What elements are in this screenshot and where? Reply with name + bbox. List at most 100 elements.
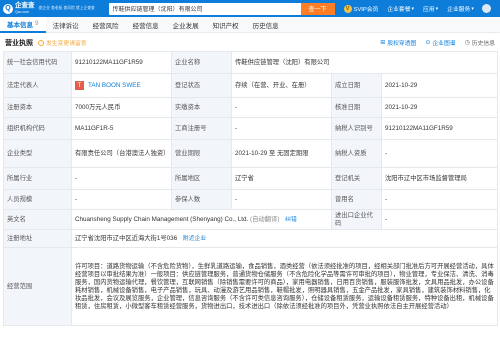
change-notice[interactable]: ! 发生变更请留意 [38,38,87,47]
top-navigation-bar: Q 企查查 Qcc.com 查企业 查老板 查风险 就上企查查 查一下 VSVI… [0,0,500,17]
legal-rep-cell: T TAN BOON SWEE [71,73,172,98]
tax-no-value: 91210122MA11GF1R59 [380,117,499,140]
org-code-label: 组织机构代码 [3,117,72,140]
company-graph-button[interactable]: ⊙ 企业图谱 [425,38,455,47]
feedback-link[interactable]: 纠错 [285,217,297,223]
tab-risk[interactable]: 经营风险 [86,17,126,33]
tab-basic-info[interactable]: 基本信息 9 [0,16,46,33]
table-row: 人员规模 - 参保人数 - 曾用名 - [3,189,499,210]
english-name-label: 英文名 [3,209,72,230]
address-value: 辽宁省沈阳市辽中区近海大街1号036 [75,234,178,242]
enterprise-package-menu[interactable]: 企业套餐 ▾ [387,4,415,14]
company-name-label: 企业名称 [171,51,232,74]
staff-value: - [71,189,172,210]
former-name-label: 曾用名 [331,189,382,210]
logo-en: Qcc.com [15,9,29,14]
company-name-value: 传鞋供应链管理（沈阳）有限公司 [230,51,499,74]
taxpayer-value: - [380,139,499,168]
insured-label: 参保人数 [171,189,232,210]
io-code-value: - [380,209,499,230]
section-tabs: 基本信息 9 法律诉讼 经营风险 经营信息 企业发展 知识产权 历史信息 [0,16,500,33]
svip-menu[interactable]: V SVIP会员 [343,4,378,13]
graph-icon: ⊙ [425,40,431,46]
table-row: 企业类型 有限责任公司（台港澳法人独资） 营业期限 2021-10-29 至 无… [3,139,499,168]
table-row: 法定代表人 T TAN BOON SWEE 登记状态 存续（在营、开业、在册） 成… [3,73,499,98]
legal-rep-label: 法定代表人 [3,73,72,98]
table-row: 经营范围 许可项目：道路货物运输（不含危险货物），生鲜乳道路运输，食品销售，酒类… [3,247,499,326]
chevron-down-icon: ▾ [411,5,415,12]
credit-code-value: 91210122MA11GF1R59 [71,51,172,74]
reg-status-value: 存续（在营、开业、在册） [231,73,332,98]
table-row: 组织机构代码 MA11GF1R-5 工商注册号 - 纳税人识别号 9121012… [3,117,499,140]
approve-date-value: 2021-10-29 [380,97,499,118]
apps-menu[interactable]: 应用 ▾ [423,4,439,14]
slogan: 查企业 查老板 查风险 就上企查查 [38,6,95,11]
term-label: 营业期限 [171,139,232,168]
authority-label: 登记机关 [331,167,382,190]
chart-icon: ⊞ [380,40,386,46]
qcc-logo[interactable]: Q 企查查 Qcc.com [3,1,35,15]
search-input[interactable] [108,5,301,12]
industry-value: - [71,167,172,190]
auto-translate-note: (自动翻译) [250,215,280,223]
section-title: 营业执照 [5,39,33,47]
table-row: 注册地址 辽宁省沈阳市辽中区近海大街1号036 附近企业 [3,229,499,248]
credit-code-label: 统一社会信用代码 [3,51,72,74]
english-name-cell: Chuansheng Supply Chain Management (Shen… [71,209,332,230]
clock-icon: ◷ [464,40,470,46]
found-date-value: 2021-10-29 [380,73,499,98]
tab-legal[interactable]: 法律诉讼 [46,17,86,33]
logo-cn: 企查查 [15,1,35,9]
tab-operation[interactable]: 经营信息 [126,17,166,33]
company-type-label: 企业类型 [3,139,72,168]
crown-icon: V [343,4,352,13]
capital-label: 注册资本 [3,97,72,118]
region-value: 辽宁省 [231,167,332,190]
english-name-value: Chuansheng Supply Chain Management (Shen… [75,215,249,223]
authority-value: 沈阳市辽中区市场监督管理局 [380,167,499,190]
info-icon: ! [38,39,44,46]
io-code-label: 进出口企业代码 [331,209,382,230]
equity-chart-button[interactable]: ⊞ 股权穿透图 [380,38,416,47]
business-scope-value: 许可项目：道路货物运输（不含危险货物），生鲜乳道路运输，食品销售，酒类经营（依法… [70,247,499,326]
paid-capital-value: - [231,97,332,118]
found-date-label: 成立日期 [331,73,382,98]
logo-icon: Q [3,3,13,14]
biz-no-value: - [231,117,332,140]
chevron-down-icon: ▾ [471,5,474,12]
staff-label: 人员规模 [3,189,72,210]
search-button[interactable]: 查一下 [300,2,335,15]
capital-value: 7000万元人民币 [71,97,172,118]
region-label: 所属地区 [171,167,232,190]
industry-label: 所属行业 [3,167,72,190]
paid-capital-label: 实缴资本 [171,97,232,118]
enterprise-service-menu[interactable]: 企业服务 ▾ [447,4,474,14]
company-type-value: 有限责任公司（台港澳法人独资） [71,139,172,168]
table-row: 所属行业 - 所属地区 辽宁省 登记机关 沈阳市辽中区市场监督管理局 [3,167,499,190]
search-box: 查一下 [108,2,335,15]
table-row: 注册资本 7000万元人民币 实缴资本 - 核准日期 2021-10-29 [3,97,499,118]
table-row: 英文名 Chuansheng Supply Chain Management (… [3,209,499,230]
tab-ip[interactable]: 知识产权 [206,17,246,33]
business-license-table: 统一社会信用代码 91210122MA11GF1R59 企业名称 传鞋供应链管理… [3,51,499,326]
term-value: 2021-10-29 至 无固定期限 [231,139,332,168]
address-label: 注册地址 [3,229,72,248]
tab-history[interactable]: 历史信息 [246,17,286,33]
address-cell: 辽宁省沈阳市辽中区近海大街1号036 附近企业 [70,229,499,248]
approve-date-label: 核准日期 [331,97,382,118]
insured-value: - [231,189,332,210]
rep-avatar: T [75,81,84,90]
history-button[interactable]: ◷ 历史信息 [465,38,495,47]
legal-rep-link[interactable]: TAN BOON SWEE [88,82,141,90]
former-name-value: - [380,189,499,210]
chevron-down-icon: ▾ [435,5,439,12]
org-code-value: MA11GF1R-5 [71,117,172,140]
nearby-companies-link[interactable]: 附近企业 [183,236,206,242]
scope-label: 经营范围 [3,247,72,326]
taxpayer-label: 纳税人资质 [331,139,382,168]
tax-no-label: 纳税人识别号 [331,117,382,140]
table-row: 统一社会信用代码 91210122MA11GF1R59 企业名称 传鞋供应链管理… [3,51,499,74]
user-avatar[interactable] [481,4,491,13]
tab-development[interactable]: 企业发展 [166,17,206,33]
biz-no-label: 工商注册号 [171,117,232,140]
